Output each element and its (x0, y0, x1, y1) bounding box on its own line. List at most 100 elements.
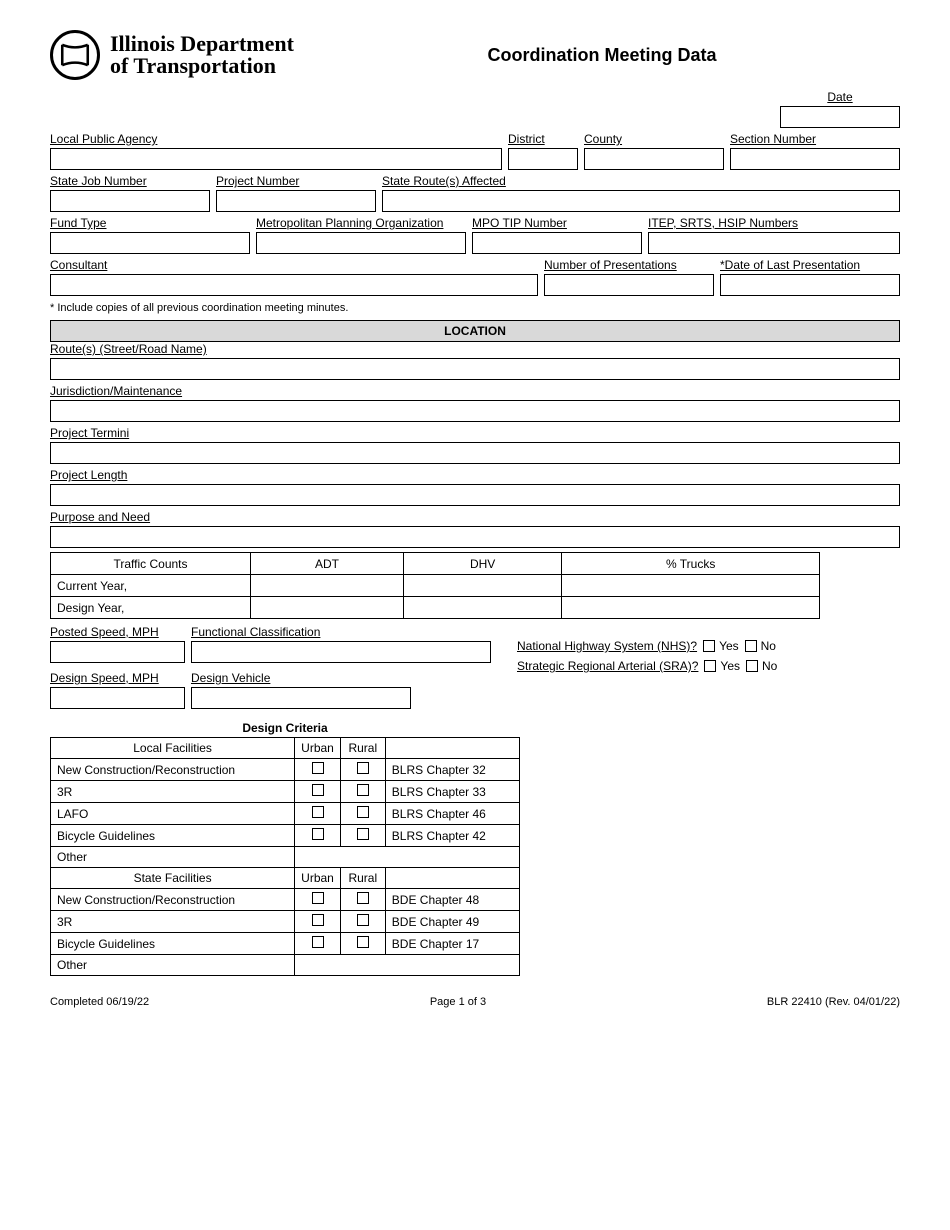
table-row: Current Year, (51, 575, 820, 597)
jurisdiction-input[interactable] (50, 400, 900, 422)
page-number: Page 1 of 3 (430, 996, 486, 1008)
termini-input[interactable] (50, 442, 900, 464)
traffic-counts-table: Traffic Counts ADT DHV % Trucks Current … (50, 552, 820, 619)
traffic-design-dhv[interactable] (403, 597, 561, 619)
lpa-input[interactable] (50, 148, 502, 170)
state-bike-urban-checkbox[interactable] (312, 936, 324, 948)
purpose-label: Purpose and Need (50, 510, 900, 524)
traffic-design-label: Design Year, (51, 597, 251, 619)
mpo-label: Metropolitan Planning Organization (256, 216, 466, 230)
local-bike-urban-checkbox[interactable] (312, 828, 324, 840)
sra-yes-checkbox[interactable] (704, 660, 716, 672)
traffic-design-adt[interactable] (251, 597, 404, 619)
state-bike-rural-checkbox[interactable] (357, 936, 369, 948)
district-input[interactable] (508, 148, 578, 170)
routes-affected-label: State Route(s) Affected (382, 174, 900, 188)
termini-label: Project Termini (50, 426, 900, 440)
num-pres-label: Number of Presentations (544, 258, 714, 272)
table-row: 3RBLRS Chapter 33 (51, 781, 520, 803)
county-input[interactable] (584, 148, 724, 170)
table-row: Other (51, 847, 520, 868)
itep-input[interactable] (648, 232, 900, 254)
traffic-current-label: Current Year, (51, 575, 251, 597)
traffic-design-trucks[interactable] (562, 597, 820, 619)
design-vehicle-input[interactable] (191, 687, 411, 709)
tip-input[interactable] (472, 232, 642, 254)
yes-label: Yes (719, 639, 739, 653)
consultant-label: Consultant (50, 258, 538, 272)
local-3r-rural-checkbox[interactable] (357, 784, 369, 796)
num-pres-input[interactable] (544, 274, 714, 296)
local-other-input[interactable] (295, 847, 520, 868)
state-facilities-header: State Facilities (51, 868, 295, 889)
nhs-yes-checkbox[interactable] (703, 640, 715, 652)
sra-no-checkbox[interactable] (746, 660, 758, 672)
location-section-header: LOCATION (50, 320, 900, 342)
sra-label: Strategic Regional Arterial (SRA)? (517, 659, 698, 673)
form-title: Coordination Meeting Data (304, 45, 900, 66)
length-input[interactable] (50, 484, 900, 506)
nhs-question: National Highway System (NHS)? Yes No (517, 639, 777, 653)
sra-question: Strategic Regional Arterial (SRA)? Yes N… (517, 659, 777, 673)
section-label: Section Number (730, 132, 900, 146)
chapter-header (385, 868, 519, 889)
traffic-current-adt[interactable] (251, 575, 404, 597)
state-newcon-urban-checkbox[interactable] (312, 892, 324, 904)
section-input[interactable] (730, 148, 900, 170)
state-3r-rural-checkbox[interactable] (357, 914, 369, 926)
table-row: Other (51, 955, 520, 976)
itep-label: ITEP, SRTS, HSIP Numbers (648, 216, 900, 230)
routes-affected-input[interactable] (382, 190, 900, 212)
nhs-label: National Highway System (NHS)? (517, 639, 697, 653)
func-class-input[interactable] (191, 641, 491, 663)
date-input[interactable] (780, 106, 900, 128)
design-state-table: State Facilities Urban Rural New Constru… (50, 867, 520, 976)
chapter-header (385, 738, 519, 759)
posted-speed-label: Posted Speed, MPH (50, 625, 185, 639)
route-input[interactable] (50, 358, 900, 380)
rural-header: Rural (340, 738, 385, 759)
state-3r-urban-checkbox[interactable] (312, 914, 324, 926)
form-header: Illinois Department of Transportation Co… (50, 30, 900, 80)
mpo-input[interactable] (256, 232, 466, 254)
local-newcon-urban-checkbox[interactable] (312, 762, 324, 774)
date-label: Date (780, 90, 900, 104)
last-pres-input[interactable] (720, 274, 900, 296)
traffic-col-left: Traffic Counts (51, 553, 251, 575)
state-newcon-rural-checkbox[interactable] (357, 892, 369, 904)
project-number-input[interactable] (216, 190, 376, 212)
state-job-input[interactable] (50, 190, 210, 212)
state-other-input[interactable] (295, 955, 520, 976)
nhs-no-checkbox[interactable] (745, 640, 757, 652)
jurisdiction-label: Jurisdiction/Maintenance (50, 384, 900, 398)
logo-text: Illinois Department of Transportation (110, 33, 294, 77)
local-bike-rural-checkbox[interactable] (357, 828, 369, 840)
idot-logo (50, 30, 100, 80)
local-lafo-rural-checkbox[interactable] (357, 806, 369, 818)
fund-type-input[interactable] (50, 232, 250, 254)
traffic-current-dhv[interactable] (403, 575, 561, 597)
design-speed-input[interactable] (50, 687, 185, 709)
table-row: Bicycle GuidelinesBLRS Chapter 42 (51, 825, 520, 847)
consultant-input[interactable] (50, 274, 538, 296)
last-pres-label: *Date of Last Presentation (720, 258, 900, 272)
footer: Completed 06/19/22 Page 1 of 3 BLR 22410… (50, 996, 900, 1008)
length-label: Project Length (50, 468, 900, 482)
project-number-label: Project Number (216, 174, 376, 188)
district-label: District (508, 132, 578, 146)
previous-minutes-note: * Include copies of all previous coordin… (50, 302, 900, 314)
purpose-input[interactable] (50, 526, 900, 548)
traffic-col-dhv: DHV (403, 553, 561, 575)
local-lafo-urban-checkbox[interactable] (312, 806, 324, 818)
local-newcon-rural-checkbox[interactable] (357, 762, 369, 774)
county-label: County (584, 132, 724, 146)
logo-text-line1: Illinois Department (110, 33, 294, 55)
local-3r-urban-checkbox[interactable] (312, 784, 324, 796)
traffic-current-trucks[interactable] (562, 575, 820, 597)
yes-label: Yes (720, 659, 740, 673)
posted-speed-input[interactable] (50, 641, 185, 663)
table-row: Bicycle GuidelinesBDE Chapter 17 (51, 933, 520, 955)
traffic-col-trucks: % Trucks (562, 553, 820, 575)
no-label: No (762, 659, 777, 673)
completed-date: 06/19/22 (106, 996, 149, 1008)
